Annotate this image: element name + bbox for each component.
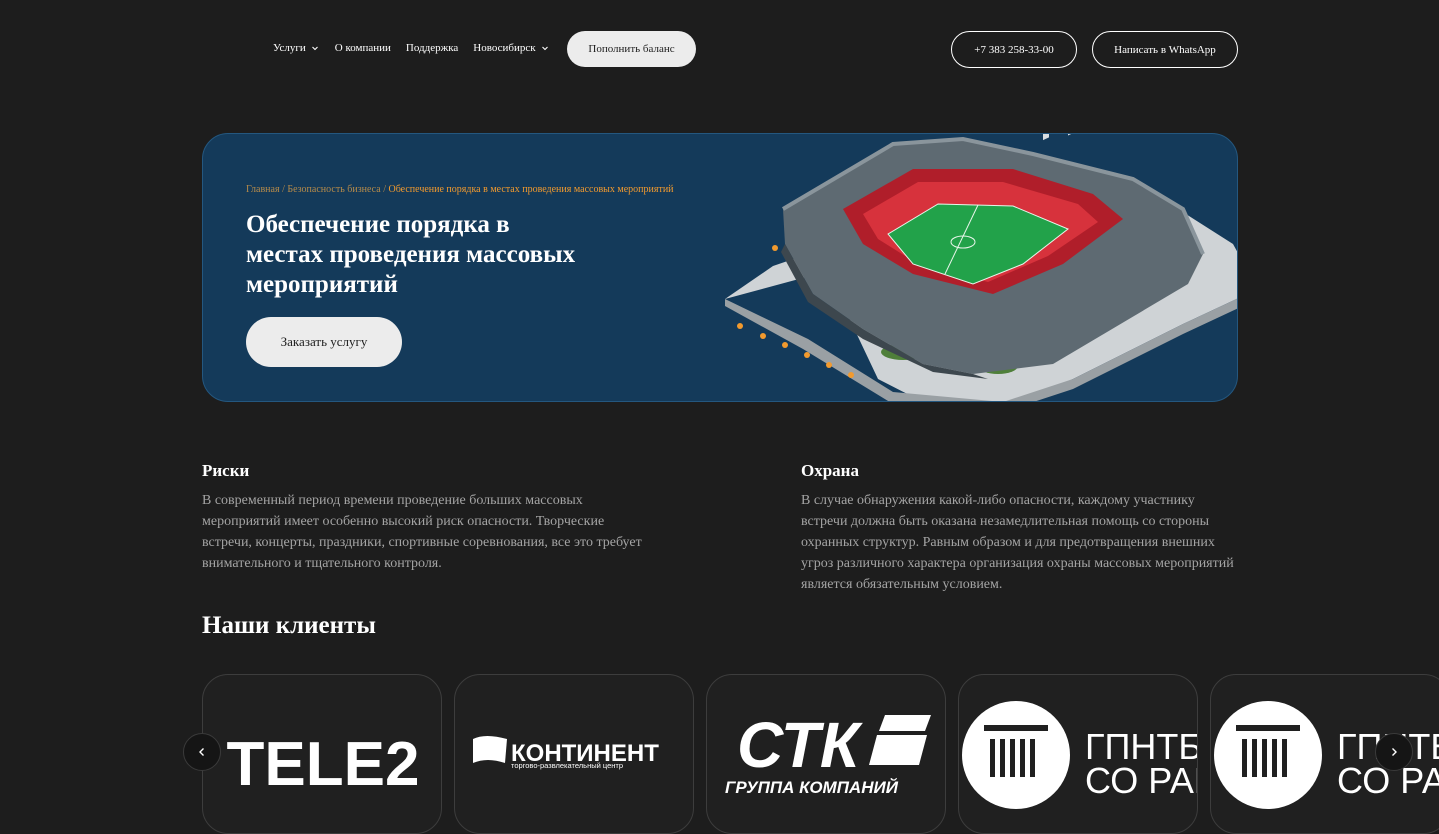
whatsapp-button[interactable]: Написать в WhatsApp [1092, 31, 1238, 68]
tele2-logo: TELE2 [227, 730, 420, 799]
chevron-down-icon [310, 43, 320, 53]
top-up-balance-button[interactable]: Пополнить баланс [567, 31, 696, 67]
nav-item-about[interactable]: О компании [335, 42, 391, 54]
site-header: Услуги О компании Поддержка Новосибирск … [0, 0, 1439, 100]
nav-item-support[interactable]: Поддержка [406, 42, 458, 54]
kontinent-logo: КОНТИНЕНТ торгово-развлекательный центр [473, 736, 659, 770]
guard-title: Охрана [801, 461, 859, 480]
breadcrumb-home[interactable]: Главная [246, 184, 280, 195]
risks-text: В современный период времени проведение … [202, 493, 642, 571]
nav-item-label: О компании [334, 42, 391, 54]
page-title: Обеспечение порядка в местах проведения … [246, 211, 576, 298]
chevron-left-icon [199, 748, 204, 756]
main-nav: Услуги О компании Поддержка Новосибирск [273, 42, 565, 54]
breadcrumb-section[interactable]: Безопасность бизнеса [287, 184, 380, 195]
gpntb-logo-subtext: СО РАН [1085, 760, 1198, 801]
carousel-prev-button[interactable] [183, 733, 221, 771]
chevron-right-icon [1392, 748, 1397, 756]
nav-item-label: Поддержка [405, 42, 459, 54]
nav-item-label: Новосибирск [473, 42, 536, 54]
gpntb-logo: ГПНТБ СО РАН [962, 701, 1198, 809]
client-card[interactable]: КОНТИНЕНТ торгово-развлекательный центр [454, 674, 694, 834]
breadcrumb: Главная / Безопасность бизнеса / Обеспеч… [246, 184, 674, 195]
nav-item-label: Услуги [273, 42, 306, 54]
client-card[interactable]: СТК ГРУППА КОМПАНИЙ [706, 674, 946, 834]
phone-button[interactable]: +7 383 258-33-00 [951, 31, 1077, 68]
risks-section: Риски В современный период времени прове… [202, 460, 642, 574]
clients-title: Наши клиенты [202, 612, 376, 639]
carousel-next-button[interactable] [1375, 733, 1413, 771]
stk-logo-text: СТК [737, 709, 863, 781]
stadium-illustration [725, 134, 1237, 401]
guard-text: В случае обнаружения какой-либо опасност… [801, 493, 1234, 592]
stk-logo-subtext: ГРУППА КОМПАНИЙ [725, 777, 899, 797]
risks-title: Риски [202, 461, 250, 480]
hero-banner: Главная / Безопасность бизнеса / Обеспеч… [202, 133, 1238, 402]
nav-item-services[interactable]: Услуги [273, 42, 320, 54]
stk-logo: СТК ГРУППА КОМПАНИЙ [725, 709, 931, 797]
kontinent-logo-subtext: торгово-развлекательный центр [511, 761, 623, 770]
client-card[interactable]: ГПНТБ СО РАН [958, 674, 1198, 834]
order-service-button[interactable]: Заказать услугу [246, 317, 402, 367]
city-selector[interactable]: Новосибирск [473, 42, 549, 54]
breadcrumb-current: Обеспечение порядка в местах проведения … [388, 184, 674, 195]
client-card[interactable]: TELE2 [202, 674, 442, 834]
guard-section: Охрана В случае обнаружения какой-либо о… [801, 460, 1241, 595]
chevron-down-icon [540, 43, 550, 53]
tele2-logo-text: TELE2 [227, 730, 420, 799]
